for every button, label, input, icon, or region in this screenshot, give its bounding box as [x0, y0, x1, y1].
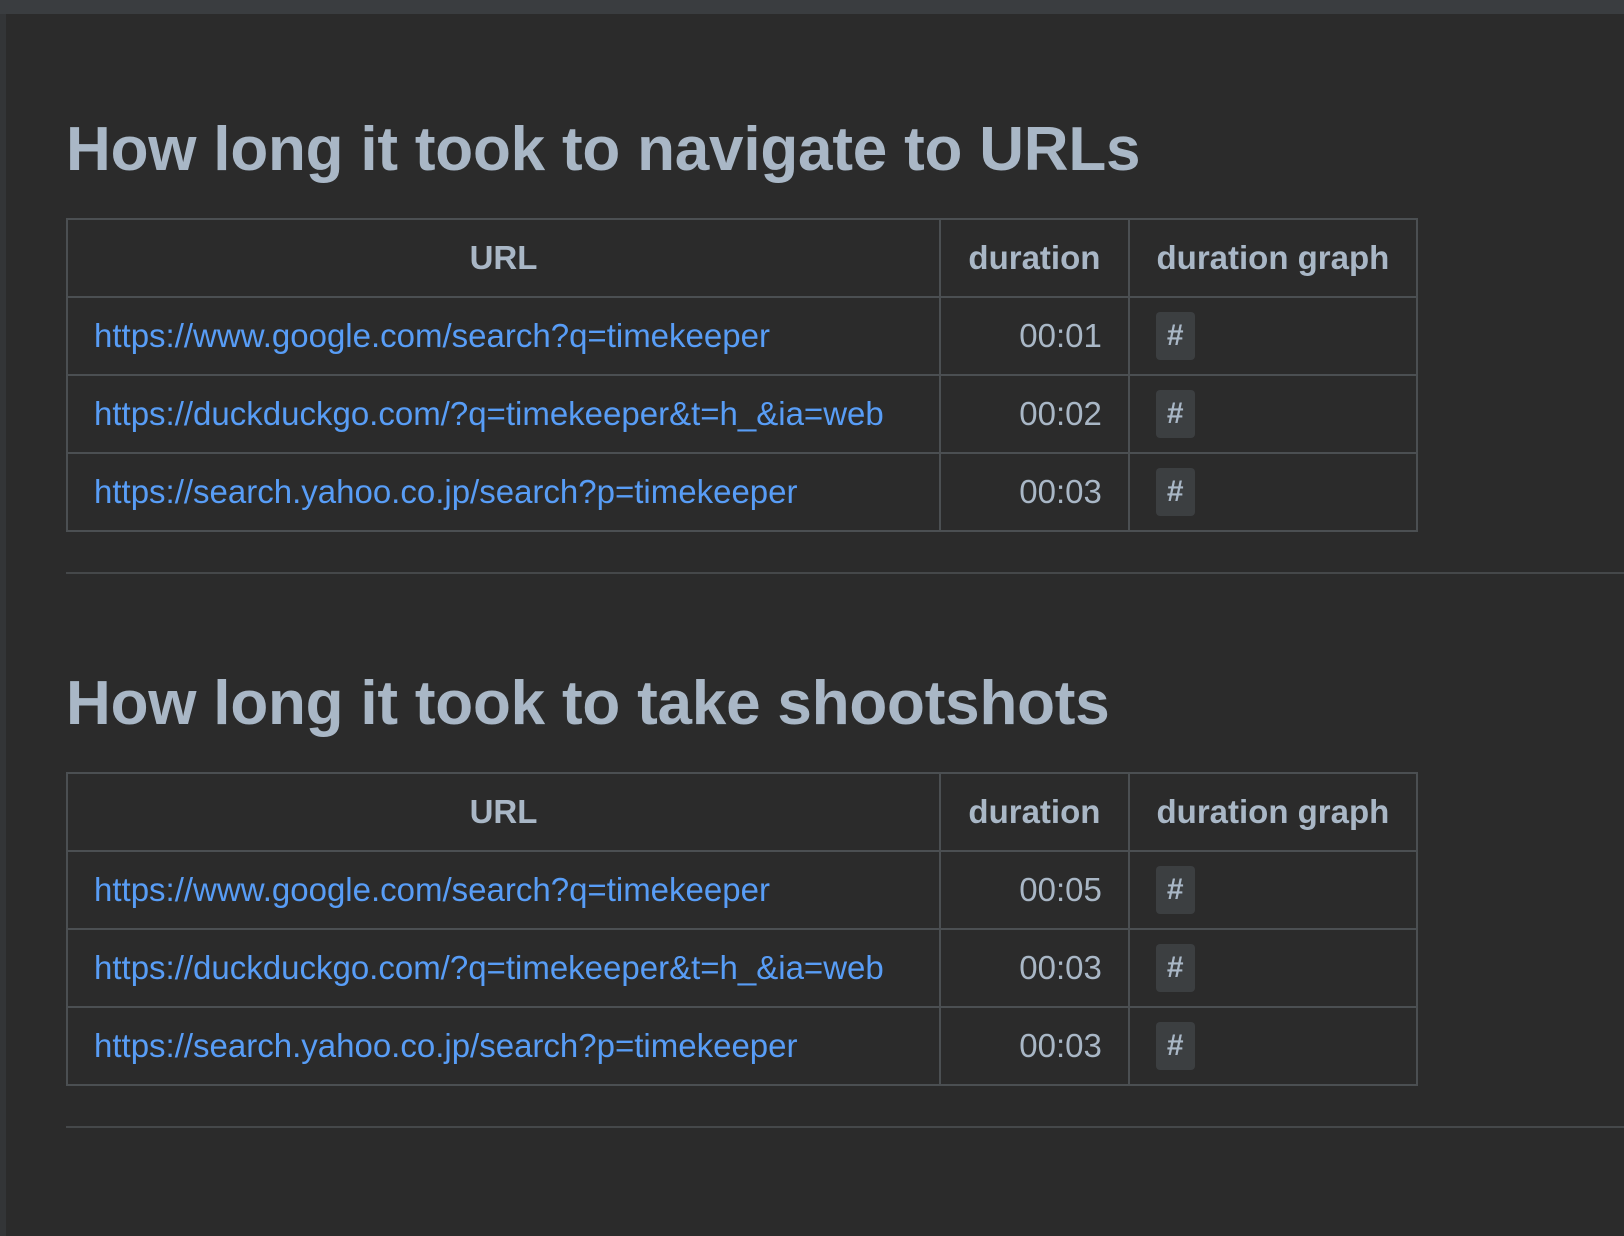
- url-link[interactable]: https://www.google.com/search?q=timekeep…: [94, 871, 770, 908]
- url-link[interactable]: https://www.google.com/search?q=timekeep…: [94, 317, 770, 354]
- duration-graph-cell: #: [1127, 296, 1419, 376]
- column-header-duration: duration: [938, 218, 1130, 298]
- table-header-row: URL duration duration graph: [66, 772, 1419, 852]
- duration-graph-cell: #: [1127, 928, 1419, 1008]
- url-link[interactable]: https://duckduckgo.com/?q=timekeeper&t=h…: [94, 395, 884, 432]
- table-row: https://www.google.com/search?q=timekeep…: [66, 296, 1419, 376]
- table-row: https://search.yahoo.co.jp/search?p=time…: [66, 452, 1419, 532]
- navigate-durations-table: URL duration duration graph https://www.…: [66, 218, 1419, 532]
- column-header-duration-graph: duration graph: [1127, 772, 1419, 852]
- screenshot-durations-table: URL duration duration graph https://www.…: [66, 772, 1419, 1086]
- url-link[interactable]: https://duckduckgo.com/?q=timekeeper&t=h…: [94, 949, 884, 986]
- duration-graph-cell: #: [1127, 850, 1419, 930]
- duration-graph-cell: #: [1127, 374, 1419, 454]
- url-cell: https://www.google.com/search?q=timekeep…: [66, 850, 941, 930]
- duration-cell: 00:03: [938, 928, 1130, 1008]
- section-title-navigate: How long it took to navigate to URLs: [66, 115, 1141, 184]
- table-header-row: URL duration duration graph: [66, 218, 1419, 298]
- url-link[interactable]: https://search.yahoo.co.jp/search?p=time…: [94, 1027, 798, 1064]
- column-header-duration-graph: duration graph: [1127, 218, 1419, 298]
- duration-graph-cell: #: [1127, 452, 1419, 532]
- table-row: https://www.google.com/search?q=timekeep…: [66, 850, 1419, 930]
- url-cell: https://search.yahoo.co.jp/search?p=time…: [66, 452, 941, 532]
- duration-graph-bar: #: [1155, 312, 1195, 360]
- duration-graph-bar: #: [1155, 468, 1195, 516]
- url-cell: https://duckduckgo.com/?q=timekeeper&t=h…: [66, 928, 941, 1008]
- duration-cell: 00:05: [938, 850, 1130, 930]
- duration-cell: 00:02: [938, 374, 1130, 454]
- url-cell: https://duckduckgo.com/?q=timekeeper&t=h…: [66, 374, 941, 454]
- left-gutter: [0, 14, 6, 1236]
- duration-cell: 00:03: [938, 452, 1130, 532]
- section-title-screenshots: How long it took to take shootshots: [66, 669, 1110, 738]
- duration-graph-bar: #: [1155, 866, 1195, 914]
- table-row: https://duckduckgo.com/?q=timekeeper&t=h…: [66, 374, 1419, 454]
- url-cell: https://search.yahoo.co.jp/search?p=time…: [66, 1006, 941, 1086]
- report-content: How long it took to navigate to URLs URL…: [66, 14, 1624, 1128]
- column-header-url: URL: [66, 218, 941, 298]
- duration-cell: 00:01: [938, 296, 1130, 376]
- window-top-bar: [0, 0, 1624, 14]
- duration-graph-cell: #: [1127, 1006, 1419, 1086]
- table-row: https://duckduckgo.com/?q=timekeeper&t=h…: [66, 928, 1419, 1008]
- url-link[interactable]: https://search.yahoo.co.jp/search?p=time…: [94, 473, 798, 510]
- table-row: https://search.yahoo.co.jp/search?p=time…: [66, 1006, 1419, 1086]
- duration-graph-bar: #: [1155, 1022, 1195, 1070]
- duration-graph-bar: #: [1155, 390, 1195, 438]
- section-divider: [66, 1126, 1624, 1128]
- url-cell: https://www.google.com/search?q=timekeep…: [66, 296, 941, 376]
- duration-graph-bar: #: [1155, 944, 1195, 992]
- column-header-url: URL: [66, 772, 941, 852]
- duration-cell: 00:03: [938, 1006, 1130, 1086]
- column-header-duration: duration: [938, 772, 1130, 852]
